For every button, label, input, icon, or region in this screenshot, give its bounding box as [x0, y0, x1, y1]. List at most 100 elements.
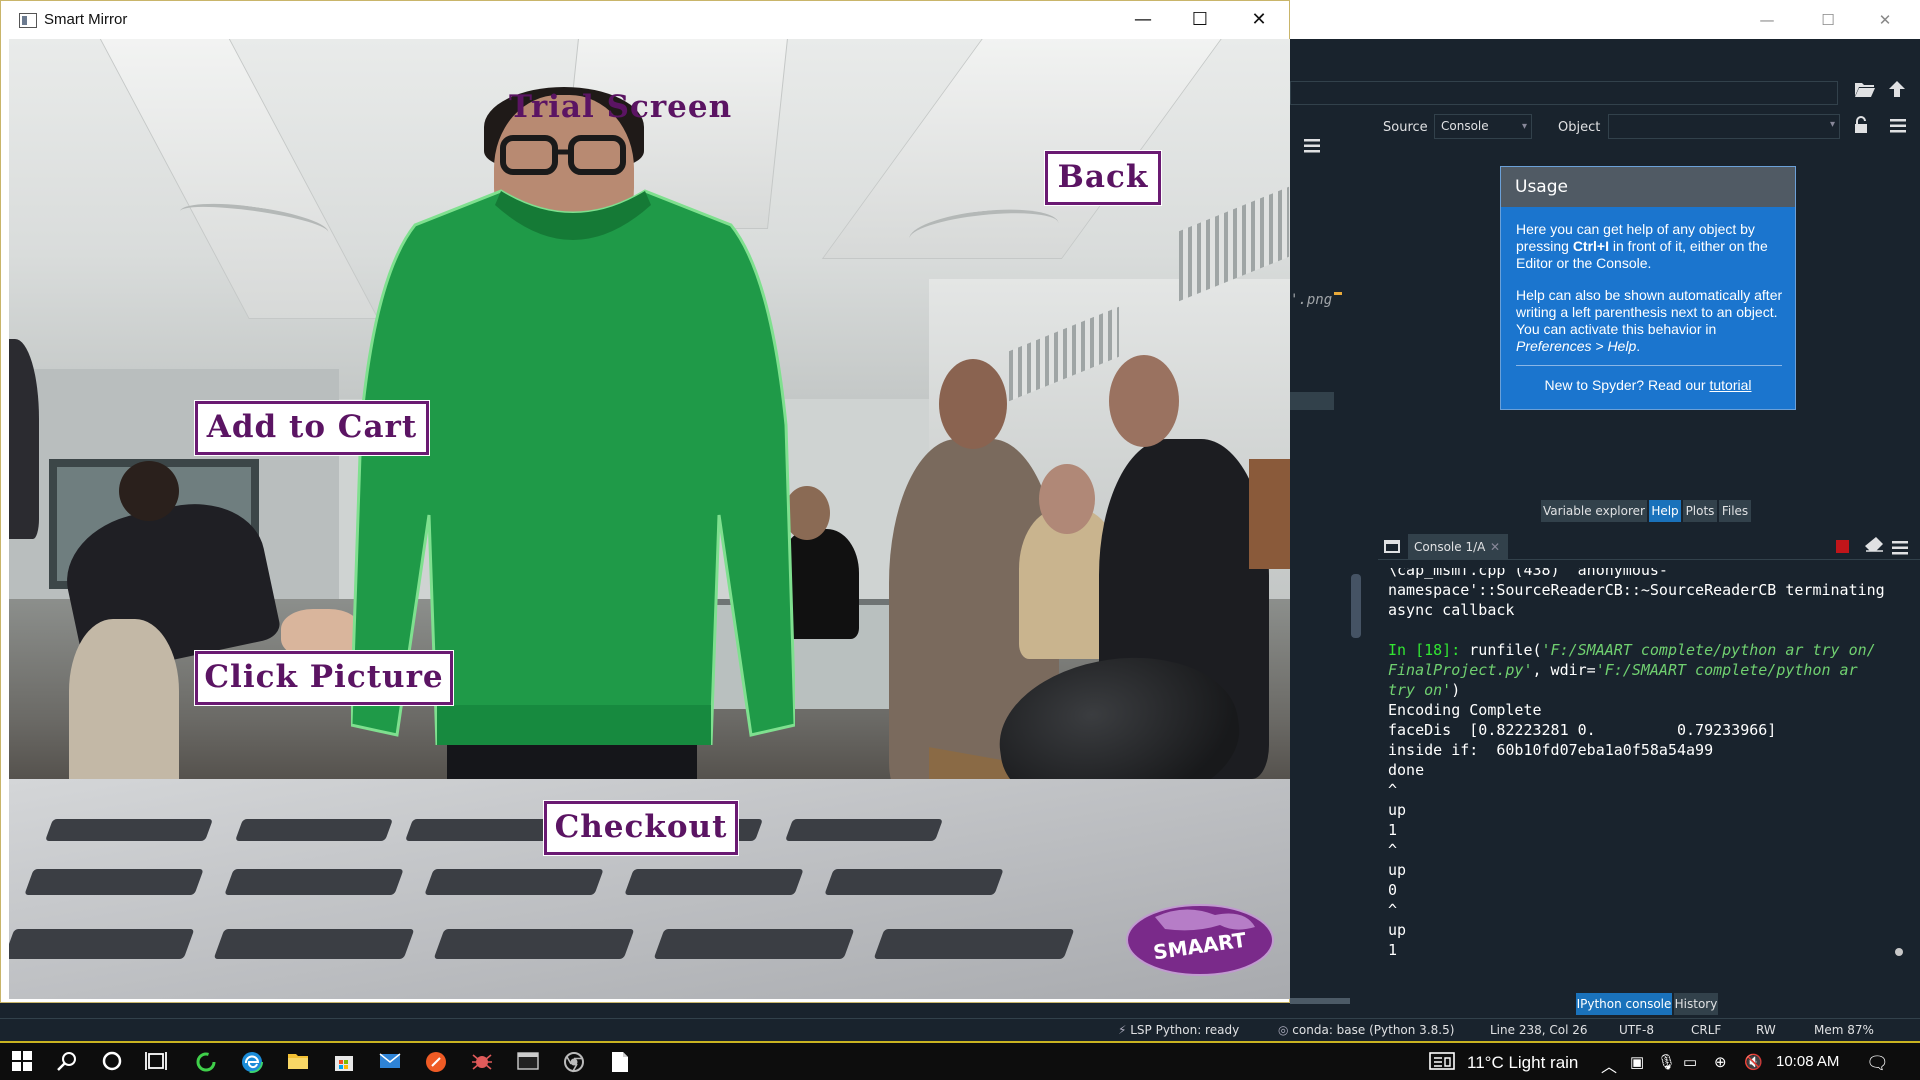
editor-options-menu-icon[interactable] — [1304, 138, 1324, 156]
terminal-icon[interactable] — [516, 1051, 540, 1075]
editor-code-fragment[interactable]: '.png — [1290, 292, 1332, 308]
mail-icon[interactable] — [378, 1051, 402, 1075]
tab-help[interactable]: Help — [1649, 500, 1681, 522]
person-head — [1039, 464, 1095, 534]
console-line: 1 — [1388, 821, 1398, 839]
usage-paragraph-1: Here you can get help of any object by p… — [1516, 221, 1768, 271]
keyboard-key — [9, 929, 195, 959]
close-icon[interactable]: ✕ — [1490, 534, 1500, 560]
edge-browser-icon[interactable] — [240, 1051, 264, 1075]
spyder-maximize-button[interactable]: ☐ — [1805, 8, 1851, 32]
spyder-minimize-button[interactable]: — — [1744, 8, 1790, 32]
chevron-down-icon: ▾ — [1829, 119, 1835, 130]
editor-current-line — [1290, 392, 1334, 410]
keyboard-key — [234, 819, 394, 841]
network-globe-icon[interactable]: ⊕ — [1714, 1053, 1727, 1071]
tab-ipython-console[interactable]: IPython console — [1576, 993, 1672, 1015]
weather-status[interactable]: 11°C Light rain — [1467, 1053, 1578, 1073]
minimize-button[interactable]: — — [1119, 5, 1167, 35]
speaker-muted-icon[interactable]: 🔇 — [1744, 1053, 1763, 1071]
back-button[interactable]: Back — [1044, 150, 1162, 206]
arrow-up-icon[interactable] — [1882, 79, 1912, 106]
file-permissions: RW — [1756, 1023, 1776, 1037]
console-line: Encoding Complete — [1388, 701, 1542, 719]
console-line: 0 — [1388, 881, 1398, 899]
plug-icon: ⚡ — [1118, 1023, 1131, 1037]
keyboard-key — [433, 929, 635, 959]
chrome-browser-icon[interactable] — [562, 1051, 586, 1075]
console-line: ^ — [1388, 901, 1398, 919]
new-window-icon[interactable] — [1384, 540, 1400, 553]
tab-files[interactable]: Files — [1719, 500, 1751, 522]
help-object-input[interactable]: ▾ — [1608, 114, 1840, 139]
eraser-icon[interactable] — [1864, 536, 1884, 556]
tab-plots[interactable]: Plots — [1683, 500, 1717, 522]
tab-variable-explorer[interactable]: Variable explorer — [1541, 500, 1647, 522]
notepad-icon[interactable] — [608, 1051, 632, 1075]
cursor-position: Line 238, Col 26 — [1490, 1023, 1588, 1037]
editor-horizontal-scrollbar[interactable] — [1290, 998, 1350, 1004]
lock-icon[interactable] — [1854, 116, 1870, 136]
help-pane: Source Console ▾ Object ▾ Usage Here you… — [1378, 110, 1920, 526]
windows-start-icon[interactable] — [10, 1051, 34, 1075]
working-directory-bar — [1290, 79, 1920, 106]
add-to-cart-button[interactable]: Add to Cart — [194, 400, 430, 456]
editor-scrollbar-thumb[interactable] — [1351, 574, 1361, 638]
conda-status: ◎ conda: base (Python 3.8.5) — [1278, 1023, 1455, 1037]
console-output[interactable]: \cap_msmf.cpp (438) anonymous- namespace… — [1388, 568, 1888, 988]
console-line: 1 — [1388, 941, 1398, 959]
smaart-logo: SMAART — [1126, 904, 1274, 976]
microsoft-store-icon[interactable] — [332, 1051, 356, 1075]
spyder-close-button[interactable]: ✕ — [1862, 8, 1908, 32]
chevron-down-icon: ▾ — [1521, 121, 1527, 132]
help-toolbar: Source Console ▾ Object ▾ — [1378, 110, 1920, 146]
console-line: async callback — [1388, 601, 1515, 619]
tab-console-1a[interactable]: Console 1/A ✕ — [1408, 534, 1508, 560]
tab-history[interactable]: History — [1674, 993, 1718, 1015]
keyboard-key — [213, 929, 415, 959]
spyder-app-icon[interactable] — [470, 1051, 494, 1075]
file-explorer-icon[interactable] — [286, 1051, 310, 1075]
task-view-icon[interactable] — [144, 1051, 168, 1075]
person-head — [939, 359, 1007, 449]
search-icon[interactable] — [55, 1051, 79, 1075]
memory-usage: Mem 87% — [1814, 1023, 1874, 1037]
refresh-app-icon[interactable] — [194, 1051, 218, 1075]
usage-new-to-spyder: New to Spyder? Read our tutorial — [1544, 377, 1752, 393]
postman-icon[interactable] — [424, 1051, 448, 1075]
person-background — [69, 619, 179, 799]
stop-icon[interactable] — [1836, 540, 1849, 553]
smart-mirror-titlebar[interactable]: Smart Mirror — ☐ ✕ — [1, 1, 1289, 39]
console-line: up — [1388, 921, 1407, 939]
help-source-select[interactable]: Console ▾ — [1434, 114, 1532, 139]
maximize-button[interactable]: ☐ — [1176, 5, 1224, 35]
tutorial-link[interactable]: tutorial — [1709, 377, 1751, 393]
cortana-icon[interactable] — [100, 1051, 124, 1075]
click-picture-button[interactable]: Click Picture — [194, 650, 454, 706]
lsp-status: ⚡ LSP Python: ready — [1118, 1023, 1240, 1037]
editor-pane: '.png — [1290, 130, 1334, 1003]
weather-news-icon[interactable] — [1428, 1051, 1456, 1075]
keyboard-key — [44, 819, 214, 841]
battery-icon[interactable]: ▭ — [1683, 1053, 1697, 1071]
console-line: up — [1388, 861, 1407, 879]
editor-scrollbar[interactable] — [1351, 140, 1361, 1000]
clock-time[interactable]: 10:08 AM — [1776, 1053, 1839, 1070]
chevron-up-icon[interactable]: ︿ — [1601, 1053, 1617, 1077]
keyboard-key — [24, 869, 204, 895]
console-scrollbar-handle[interactable] — [1895, 948, 1903, 956]
folder-open-icon[interactable] — [1850, 79, 1880, 106]
microphone-icon[interactable]: 🎙 — [1657, 1053, 1676, 1071]
smart-mirror-window: Smart Mirror — ☐ ✕ Trial Screen Back Add… — [0, 0, 1290, 1003]
working-directory-field[interactable] — [1290, 81, 1838, 105]
camera-tray-icon[interactable]: ▣ — [1630, 1053, 1644, 1071]
console-options-menu-icon[interactable] — [1892, 540, 1910, 558]
close-button[interactable]: ✕ — [1235, 5, 1283, 35]
console-scrollbar[interactable] — [1893, 566, 1903, 986]
checkout-button[interactable]: Checkout — [543, 800, 739, 856]
help-options-menu-icon[interactable] — [1890, 118, 1908, 136]
console-line: ^ — [1388, 841, 1398, 859]
usage-card: Usage Here you can get help of any objec… — [1500, 166, 1796, 410]
notifications-icon[interactable]: 🗨 — [1866, 1053, 1889, 1074]
console-line: \cap_msmf.cpp (438) anonymous- — [1388, 568, 1668, 579]
